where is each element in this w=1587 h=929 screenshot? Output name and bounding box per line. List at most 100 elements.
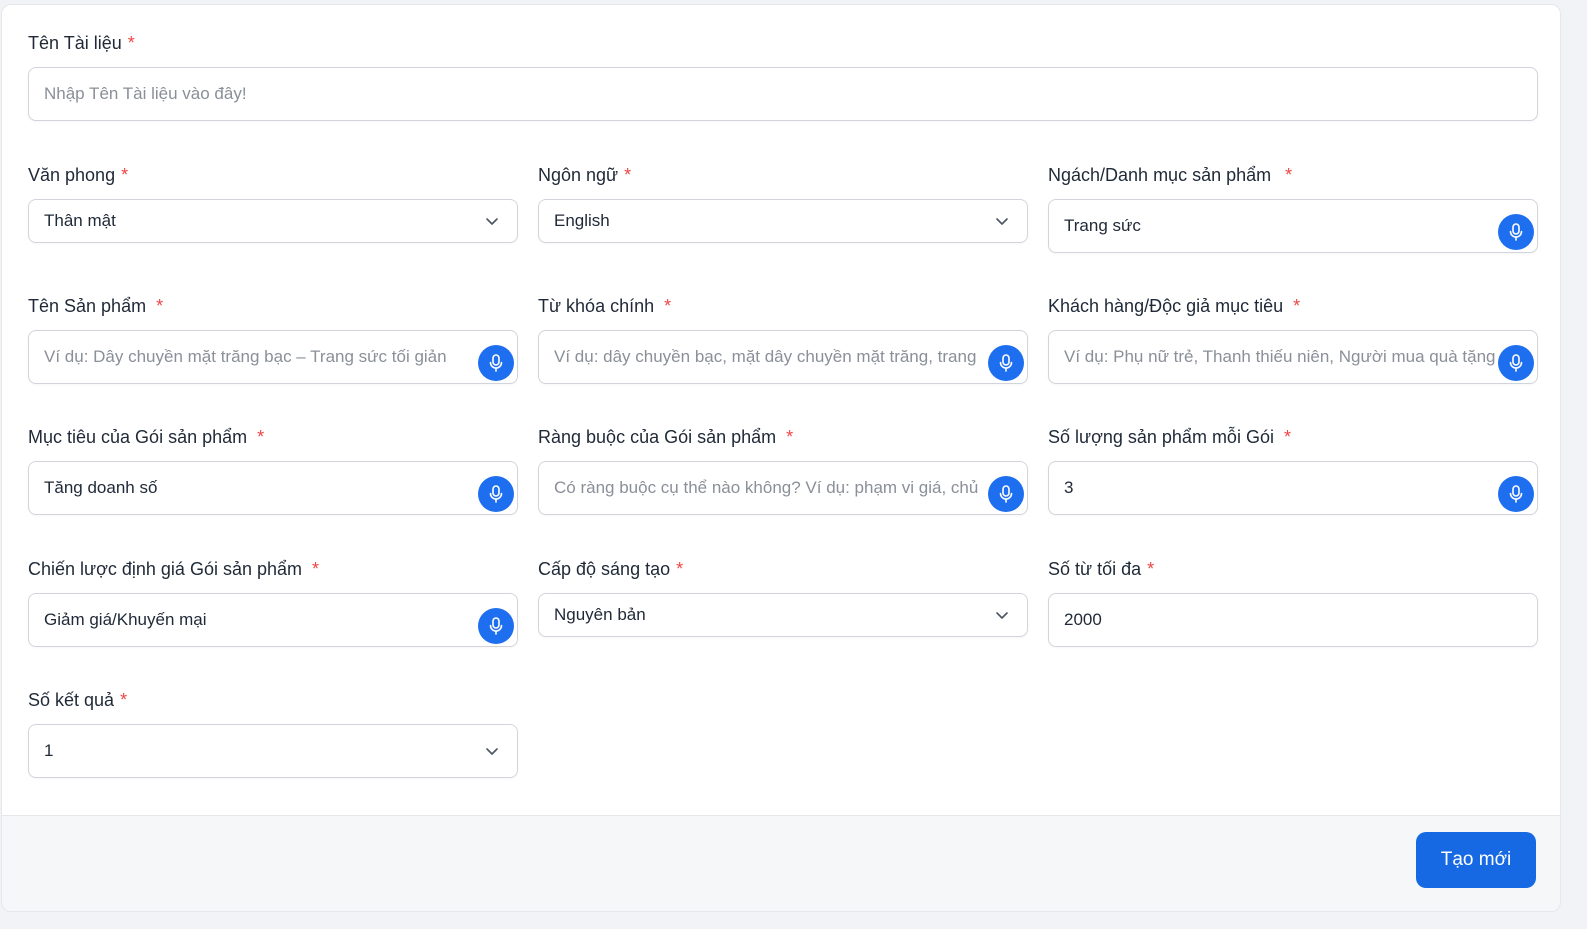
bundle-goal-label-text: Mục tiêu của Gói sản phẩm [28, 427, 248, 447]
products-per-bundle-value: 3 [1064, 478, 1074, 497]
create-button[interactable]: Tạo mới [1416, 832, 1536, 888]
products-per-bundle-label-text: Số lượng sản phẩm mỗi Gói [1048, 427, 1274, 447]
keywords-label-text: Từ khóa chính [538, 296, 655, 316]
form-footer [2, 815, 1560, 911]
microphone-icon[interactable] [478, 476, 514, 512]
form-card: Tên Tài liệu * Nhập Tên Tài liệu vào đây!… [1, 4, 1561, 912]
doc-name-label-text: Tên Tài liệu [28, 33, 122, 53]
required-mark: * [1285, 165, 1293, 185]
category-label-text: Ngách/Danh mục sản phẩm [1048, 165, 1272, 185]
max-words-input[interactable]: 2000 [1048, 593, 1538, 647]
language-field: Ngôn ngữ * English [538, 163, 1028, 243]
doc-name-input[interactable]: Nhập Tên Tài liệu vào đây! [28, 67, 1538, 121]
required-mark: * [121, 165, 129, 185]
pricing-strategy-field: Chiến lược định giá Gói sản phẩm * Giảm g… [28, 557, 518, 647]
category-value: Trang sức [1064, 216, 1141, 235]
max-words-value: 2000 [1064, 610, 1102, 629]
microphone-icon[interactable] [1498, 345, 1534, 381]
required-mark: * [664, 296, 672, 316]
product-name-label: Tên Sản phẩm * [28, 294, 163, 318]
microphone-icon[interactable] [988, 345, 1024, 381]
result-count-select[interactable]: 1 [28, 724, 518, 778]
creativity-field: Cấp độ sáng tạo * Nguyên bản [538, 557, 1028, 637]
tone-label-text: Văn phong [28, 165, 116, 185]
required-mark: * [312, 559, 320, 579]
form-area: Tên Tài liệu * Nhập Tên Tài liệu vào đây!… [2, 5, 1560, 815]
creativity-value: Nguyên bản [554, 605, 646, 624]
keywords-label: Từ khóa chính * [538, 294, 671, 318]
required-mark: * [1283, 427, 1291, 447]
bundle-constraints-field: Ràng buộc của Gói sản phẩm * Có ràng buộc… [538, 425, 1028, 515]
doc-name-field: Tên Tài liệu * Nhập Tên Tài liệu vào đây! [28, 31, 1538, 121]
audience-field: Khách hàng/Độc giả mục tiêu * Ví dụ: Phụ … [1048, 294, 1538, 384]
pricing-strategy-input[interactable]: Giảm giá/Khuyến mại [28, 593, 518, 647]
product-name-input[interactable]: Ví dụ: Dây chuyền mặt trăng bạc – Trang … [28, 330, 518, 384]
microphone-icon[interactable] [988, 476, 1024, 512]
required-mark: * [1147, 559, 1155, 579]
audience-label: Khách hàng/Độc giả mục tiêu * [1048, 294, 1300, 318]
products-per-bundle-field: Số lượng sản phẩm mỗi Gói * 3 [1048, 425, 1538, 515]
doc-name-placeholder: Nhập Tên Tài liệu vào đây! [44, 84, 247, 103]
tone-value: Thân mật [44, 211, 116, 230]
microphone-icon[interactable] [478, 608, 514, 644]
max-words-field: Số từ tối đa * 2000 [1048, 557, 1538, 647]
required-mark: * [257, 427, 265, 447]
max-words-label: Số từ tối đa * [1048, 557, 1154, 581]
audience-placeholder: Ví dụ: Phụ nữ trẻ, Thanh thiếu niên, Ngư… [1064, 347, 1496, 366]
pricing-strategy-value: Giảm giá/Khuyến mại [44, 610, 207, 629]
microphone-icon[interactable] [478, 345, 514, 381]
bundle-goal-input[interactable]: Tăng doanh số [28, 461, 518, 515]
required-mark: * [127, 33, 135, 53]
pricing-strategy-label-text: Chiến lược định giá Gói sản phẩm [28, 559, 302, 579]
products-per-bundle-input[interactable]: 3 [1048, 461, 1538, 515]
bundle-goal-value: Tăng doanh số [44, 478, 158, 497]
result-count-field: Số kết quả * 1 [28, 688, 518, 778]
max-words-label-text: Số từ tối đa [1048, 559, 1142, 579]
keywords-field: Từ khóa chính * Ví dụ: dây chuyền bạc, mặ… [538, 294, 1028, 384]
language-select[interactable]: English [538, 199, 1028, 243]
creativity-label-text: Cấp độ sáng tạo [538, 559, 671, 579]
category-input[interactable]: Trang sức [1048, 199, 1538, 253]
result-count-label: Số kết quả * [28, 688, 127, 712]
required-mark: * [676, 559, 684, 579]
chevron-down-icon [996, 612, 1008, 619]
language-label-text: Ngôn ngữ [538, 165, 619, 185]
required-mark: * [120, 690, 128, 710]
required-mark: * [624, 165, 632, 185]
product-name-label-text: Tên Sản phẩm [28, 296, 147, 316]
doc-name-label: Tên Tài liệu * [28, 31, 135, 55]
tone-select[interactable]: Thân mật [28, 199, 518, 243]
language-label: Ngôn ngữ * [538, 163, 631, 187]
creativity-select[interactable]: Nguyên bản [538, 593, 1028, 637]
microphone-icon[interactable] [1498, 214, 1534, 250]
bundle-constraints-placeholder: Có ràng buộc cụ thể nào không? Ví dụ: ph… [554, 478, 979, 497]
category-field: Ngách/Danh mục sản phẩm * Trang sức [1048, 163, 1538, 253]
product-name-placeholder: Ví dụ: Dây chuyền mặt trăng bạc – Trang … [44, 347, 447, 366]
bundle-goal-field: Mục tiêu của Gói sản phẩm * Tăng doanh số [28, 425, 518, 515]
required-mark: * [156, 296, 164, 316]
tone-field: Văn phong * Thân mật [28, 163, 518, 243]
product-name-field: Tên Sản phẩm * Ví dụ: Dây chuyền mặt trăn… [28, 294, 518, 384]
chevron-down-icon [486, 748, 498, 755]
bundle-constraints-label: Ràng buộc của Gói sản phẩm * [538, 425, 793, 449]
audience-label-text: Khách hàng/Độc giả mục tiêu [1048, 296, 1284, 316]
bundle-constraints-label-text: Ràng buộc của Gói sản phẩm [538, 427, 777, 447]
keywords-input[interactable]: Ví dụ: dây chuyền bạc, mặt dây chuyền mặ… [538, 330, 1028, 384]
bundle-constraints-input[interactable]: Có ràng buộc cụ thể nào không? Ví dụ: ph… [538, 461, 1028, 515]
creativity-label: Cấp độ sáng tạo * [538, 557, 683, 581]
category-label: Ngách/Danh mục sản phẩm * [1048, 163, 1292, 187]
result-count-value: 1 [44, 741, 54, 760]
pricing-strategy-label: Chiến lược định giá Gói sản phẩm * [28, 557, 319, 581]
required-mark: * [1293, 296, 1301, 316]
chevron-down-icon [486, 218, 498, 225]
microphone-icon[interactable] [1498, 476, 1534, 512]
chevron-down-icon [996, 218, 1008, 225]
audience-input[interactable]: Ví dụ: Phụ nữ trẻ, Thanh thiếu niên, Ngư… [1048, 330, 1538, 384]
tone-label: Văn phong * [28, 163, 128, 187]
keywords-placeholder: Ví dụ: dây chuyền bạc, mặt dây chuyền mặ… [554, 347, 977, 366]
result-count-label-text: Số kết quả [28, 690, 115, 710]
bundle-goal-label: Mục tiêu của Gói sản phẩm * [28, 425, 264, 449]
products-per-bundle-label: Số lượng sản phẩm mỗi Gói * [1048, 425, 1291, 449]
required-mark: * [786, 427, 794, 447]
language-value: English [554, 211, 610, 230]
